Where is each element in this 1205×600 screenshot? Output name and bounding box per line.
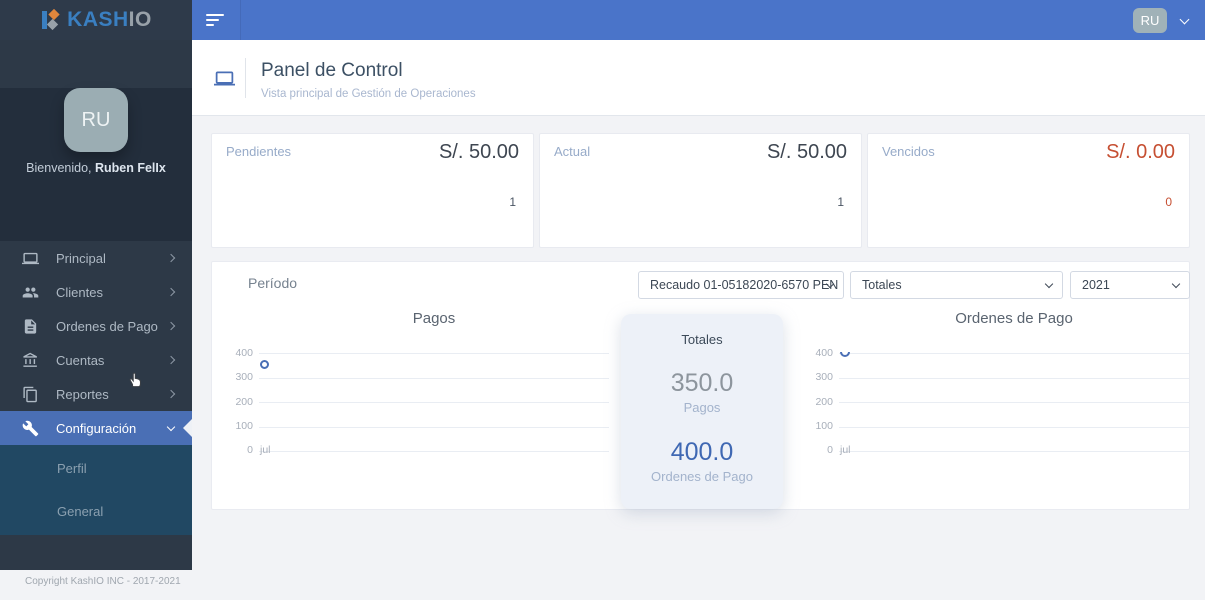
y-tick: 300	[805, 371, 833, 383]
card-count: 1	[837, 195, 844, 209]
hamburger-menu-icon[interactable]	[206, 14, 224, 29]
chevron-right-icon	[167, 390, 175, 398]
sidebar-item-principal[interactable]: Principal	[0, 241, 192, 275]
y-tick: 100	[225, 420, 253, 432]
y-tick: 400	[805, 347, 833, 359]
card-amount: S/. 0.00	[1106, 141, 1175, 164]
sidebar-item-clientes[interactable]: Clientes	[0, 275, 192, 309]
configuracion-submenu: Perfil General	[0, 445, 192, 535]
totals-ordenes-value: 400.0	[621, 438, 783, 467]
chevron-down-icon	[1045, 280, 1053, 288]
avatar[interactable]: RU	[64, 88, 128, 152]
totals-summary-panel: Totales 350.0 Pagos 400.0 Ordenes de Pag…	[621, 314, 783, 509]
recaudo-select[interactable]: Recaudo 01-05182020-6570 PEN	[638, 271, 844, 299]
kashio-logo-icon	[40, 9, 62, 31]
chevron-down-icon	[167, 422, 175, 430]
sidebar-item-label: Ordenes de Pago	[56, 319, 168, 334]
welcome-text: Bienvenido, Ruben FelIx	[0, 161, 192, 175]
active-notch	[183, 419, 192, 437]
brand-logo[interactable]: KASHIO	[0, 0, 192, 40]
y-tick: 0	[805, 444, 833, 456]
year-select-value: 2021	[1082, 278, 1110, 292]
laptop-icon	[22, 250, 39, 267]
card-amount: S/. 50.00	[439, 141, 519, 164]
y-tick: 200	[805, 396, 833, 408]
sidebar-item-reportes[interactable]: Reportes	[0, 377, 192, 411]
chevron-right-icon	[167, 254, 175, 262]
sidebar-item-configuracion[interactable]: Configuración	[0, 411, 192, 445]
card-count: 1	[509, 195, 516, 209]
card-vencidos: Vencidos S/. 0.00 0	[867, 133, 1190, 248]
chevron-down-icon	[1172, 280, 1180, 288]
chart-title-pagos: Pagos	[259, 310, 609, 327]
card-actual: Actual S/. 50.00 1	[539, 133, 862, 248]
main-content: Pendientes S/. 50.00 1 Actual S/. 50.00 …	[192, 116, 1205, 600]
ordenes-chart: 400 300 200 100 0 jul	[839, 353, 1189, 451]
page-title: Panel de Control	[261, 60, 403, 82]
topbar-divider	[240, 0, 241, 40]
sidebar-item-label: Cuentas	[56, 353, 168, 368]
y-tick: 100	[805, 420, 833, 432]
laptop-icon	[212, 68, 237, 89]
sidebar-item-ordenes-de-pago[interactable]: Ordenes de Pago	[0, 309, 192, 343]
user-menu-avatar[interactable]: RU	[1133, 8, 1167, 33]
chart-title-ordenes: Ordenes de Pago	[839, 310, 1189, 327]
card-amount: S/. 50.00	[767, 141, 847, 164]
logo-text: KASHIO	[67, 8, 152, 32]
y-tick: 0	[225, 444, 253, 456]
totals-ordenes-label: Ordenes de Pago	[621, 469, 783, 484]
card-count: 0	[1165, 195, 1172, 209]
header-divider	[245, 58, 246, 98]
totales-select[interactable]: Totales	[850, 271, 1063, 299]
totals-title: Totales	[621, 332, 783, 347]
card-label: Vencidos	[882, 144, 935, 159]
x-tick: jul	[260, 444, 271, 456]
year-select[interactable]: 2021	[1070, 271, 1190, 299]
period-label: Período	[248, 275, 297, 291]
mouse-cursor-pointer	[126, 371, 145, 393]
recaudo-select-value: Recaudo 01-05182020-6570 PEN	[650, 278, 838, 292]
data-point-ordenes-400	[840, 352, 850, 357]
totales-select-value: Totales	[862, 278, 902, 292]
x-tick: jul	[840, 444, 851, 456]
page-subtitle: Vista principal de Gestión de Operacione…	[261, 88, 476, 100]
submenu-item-general[interactable]: General	[0, 490, 192, 533]
y-tick: 300	[225, 371, 253, 383]
document-icon	[22, 318, 39, 335]
copyright-text: Copyright KashIO INC - 2017-2021	[25, 576, 181, 587]
chevron-right-icon	[167, 356, 175, 364]
sidebar-item-label: Principal	[56, 251, 168, 266]
data-point-pagos-350	[260, 360, 269, 369]
card-pendientes: Pendientes S/. 50.00 1	[211, 133, 534, 248]
totals-pagos-value: 350.0	[621, 369, 783, 398]
copy-icon	[22, 386, 39, 403]
sidebar-item-label: Reportes	[56, 387, 168, 402]
submenu-item-perfil[interactable]: Perfil	[0, 447, 192, 490]
sidebar: KASHIO RU Bienvenido, Ruben FelIx Princi…	[0, 0, 192, 570]
wrench-icon	[22, 420, 39, 437]
sidebar-item-label: Clientes	[56, 285, 168, 300]
card-label: Pendientes	[226, 144, 291, 159]
people-icon	[22, 284, 39, 301]
chevron-right-icon	[167, 322, 175, 330]
chevron-right-icon	[167, 288, 175, 296]
totals-pagos-label: Pagos	[621, 400, 783, 415]
y-tick: 200	[225, 396, 253, 408]
y-tick: 400	[225, 347, 253, 359]
bank-icon	[22, 352, 39, 369]
pagos-chart: 400 300 200 100 0 jul	[259, 353, 609, 451]
sidebar-item-label: Configuración	[56, 421, 168, 436]
card-label: Actual	[554, 144, 590, 159]
period-panel: Período Recaudo 01-05182020-6570 PEN Tot…	[211, 261, 1190, 510]
user-menu-chevron-icon[interactable]	[1180, 15, 1190, 25]
app-window: KASHIO RU Bienvenido, Ruben FelIx Princi…	[0, 0, 1205, 600]
sidebar-item-cuentas[interactable]: Cuentas	[0, 343, 192, 377]
sidebar-profile: RU Bienvenido, Ruben FelIx	[0, 88, 192, 241]
topbar: RU	[192, 0, 1205, 40]
page-header: Panel de Control Vista principal de Gest…	[192, 40, 1205, 116]
